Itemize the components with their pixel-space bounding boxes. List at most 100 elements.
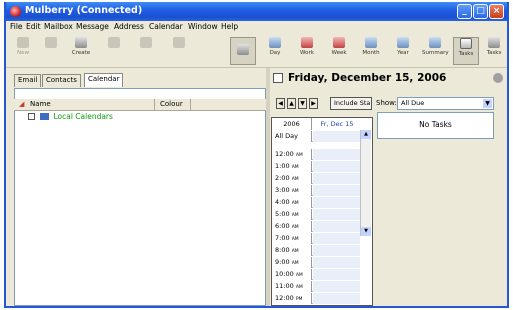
day-view-icon	[269, 37, 281, 48]
menu-file[interactable]: File	[10, 22, 23, 31]
time-ampm: AM	[291, 237, 299, 242]
close-button[interactable]: ×	[489, 4, 504, 19]
scroll-down-icon[interactable]: ▼	[361, 227, 371, 236]
time-slot-cell[interactable]	[313, 161, 360, 172]
menu-mailbox[interactable]: Mailbox	[44, 22, 73, 31]
time-slot-cell[interactable]	[313, 269, 360, 280]
time-slot-cell[interactable]	[313, 173, 360, 184]
time-slot-cell[interactable]	[313, 293, 360, 304]
time-ampm: AM	[291, 189, 299, 194]
toolbar-create-button[interactable]: Create	[68, 37, 94, 65]
time-slot-row[interactable]: 7:00 AM	[272, 233, 360, 244]
nav-first-button[interactable]: ◀	[276, 98, 285, 109]
time-label: 12:00 PM	[272, 293, 312, 304]
view-year-button[interactable]: Year	[390, 37, 416, 65]
time-hour: 4:00	[275, 198, 290, 206]
time-ampm: AM	[291, 165, 299, 170]
time-slot-row[interactable]: 12:00 PM	[272, 293, 360, 304]
view-summary-button[interactable]: Summary	[422, 37, 449, 65]
menu-window[interactable]: Window	[188, 22, 218, 31]
all-day-cell[interactable]	[313, 131, 360, 142]
time-slot-row[interactable]: 9:00 AM	[272, 257, 360, 268]
menu-address[interactable]: Address	[114, 22, 144, 31]
time-hour: 12:00	[275, 150, 294, 158]
tab-calendar[interactable]: Calendar	[84, 73, 124, 87]
time-slot-row[interactable]: 6:00 AM	[272, 221, 360, 232]
toolbar-button-5[interactable]	[133, 37, 159, 65]
time-ampm: AM	[291, 249, 299, 254]
show-filter-select[interactable]: All Due ▼	[397, 97, 494, 110]
day-column-header[interactable]: Fr, Dec 15	[313, 118, 361, 130]
nav-next-button[interactable]: ▼	[298, 98, 307, 109]
menu-calendar[interactable]: Calendar	[149, 22, 183, 31]
menu-message[interactable]: Message	[76, 22, 109, 31]
time-hour: 11:00	[275, 282, 294, 290]
include-status-button[interactable]: Include Sta	[330, 97, 372, 110]
time-slot-row[interactable]: 12:00 AM	[272, 149, 360, 160]
toolbar-button-2[interactable]	[38, 37, 64, 65]
view-tasks-list-button[interactable]: Tasks	[482, 37, 506, 65]
nav-last-button[interactable]: ▶	[309, 98, 318, 109]
colour-column-header[interactable]: Colour	[160, 100, 183, 108]
time-slot-row[interactable]: 4:00 AM	[272, 197, 360, 208]
view-month-button[interactable]: Month	[358, 37, 384, 65]
chevron-down-icon[interactable]: ▼	[483, 99, 492, 108]
calendar-folder-icon	[40, 113, 50, 120]
year-view-icon	[397, 37, 409, 48]
toolbar-button-6[interactable]	[166, 37, 192, 65]
time-label: 5:00 AM	[272, 209, 312, 220]
view-tasks-button[interactable]: Tasks	[453, 37, 479, 65]
time-slot-cell[interactable]	[313, 233, 360, 244]
minimize-button[interactable]: _	[457, 4, 472, 19]
time-slot-cell[interactable]	[313, 185, 360, 196]
view-work-button[interactable]: Work	[294, 37, 320, 65]
time-slot-row[interactable]: 2:00 AM	[272, 173, 360, 184]
time-ampm: PM	[295, 297, 303, 302]
time-slot-cell[interactable]	[313, 149, 360, 160]
menu-edit[interactable]: Edit	[26, 22, 41, 31]
time-label: 9:00 AM	[272, 257, 312, 268]
view-week-button[interactable]: Week	[326, 37, 352, 65]
time-slot-row[interactable]: 1:00 AM	[272, 161, 360, 172]
tasks-icon	[460, 38, 472, 49]
scroll-up-icon[interactable]: ▲	[361, 130, 371, 139]
tab-email[interactable]: Email	[14, 74, 42, 87]
time-slot-cell[interactable]	[313, 257, 360, 268]
time-hour: 10:00	[275, 270, 294, 278]
title-bar[interactable]: Mulberry (Connected) _ □ ×	[6, 2, 507, 21]
toolbar-icon-5	[140, 37, 152, 48]
time-slot-cell[interactable]	[313, 221, 360, 232]
time-slot-row[interactable]: 8:00 AM	[272, 245, 360, 256]
time-slot-cell[interactable]	[313, 197, 360, 208]
column-divider[interactable]	[154, 99, 155, 111]
view-day-button[interactable]: Day	[262, 37, 288, 65]
time-hour: 12:00	[275, 294, 294, 302]
name-column-header[interactable]: Name	[30, 100, 51, 108]
time-slot-cell[interactable]	[313, 209, 360, 220]
time-slot-row[interactable]: 11:00 AM	[272, 281, 360, 292]
day-view-scrollbar[interactable]: ▲ ▼	[360, 130, 371, 236]
create-icon	[75, 37, 87, 48]
toolbar-button-4[interactable]	[101, 37, 127, 65]
calendar-tree-item[interactable]: Local Calendars	[28, 112, 113, 122]
nav-prev-button[interactable]: ▲	[287, 98, 296, 109]
time-slot-row[interactable]: 3:00 AM	[272, 185, 360, 196]
tab-contacts[interactable]: Contacts	[42, 74, 81, 87]
settings-icon[interactable]	[493, 73, 503, 83]
calendar-checkbox[interactable]	[28, 113, 35, 120]
maximize-button[interactable]: □	[473, 4, 488, 19]
time-label: 1:00 AM	[272, 161, 312, 172]
time-slot-cell[interactable]	[313, 281, 360, 292]
toolbar-toggle-button[interactable]	[230, 37, 256, 65]
day-header: Friday, December 15, 2006	[270, 70, 505, 87]
all-day-row[interactable]: All Day	[272, 131, 360, 142]
calendar-list-header: ◢ Name Colour	[14, 99, 266, 111]
pane-splitter[interactable]	[266, 68, 270, 306]
column-divider[interactable]	[190, 99, 191, 111]
time-slot-row[interactable]: 10:00 AM	[272, 269, 360, 280]
menu-help[interactable]: Help	[221, 22, 238, 31]
time-slot-row[interactable]: 5:00 AM	[272, 209, 360, 220]
time-slot-cell[interactable]	[313, 245, 360, 256]
toolbar-new-button[interactable]: New	[10, 37, 36, 65]
time-label: 10:00 AM	[272, 269, 312, 280]
